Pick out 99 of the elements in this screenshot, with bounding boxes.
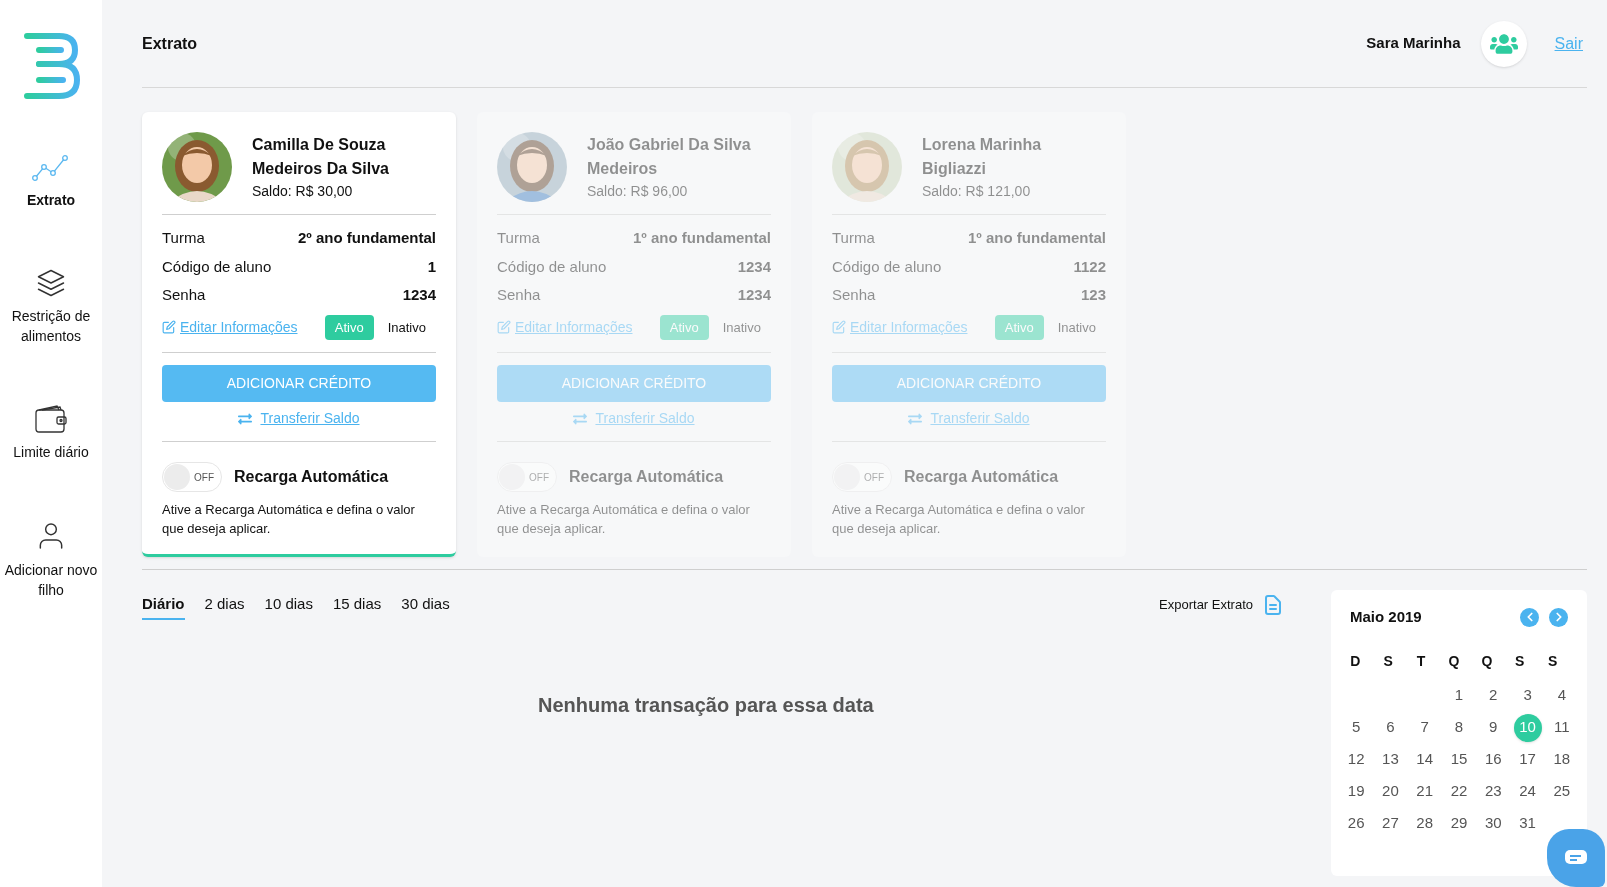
calendar-day[interactable]: 5: [1342, 713, 1371, 742]
weekday-label: D: [1349, 651, 1362, 671]
calendar-day[interactable]: 12: [1342, 745, 1371, 774]
sidebar-item[interactable]: Restrição de alimentos: [0, 268, 102, 346]
calendar-day[interactable]: 15: [1445, 745, 1473, 774]
line-chart-icon: [32, 154, 70, 182]
calendar-day[interactable]: 13: [1376, 745, 1405, 774]
child-name: Camilla De Souza Medeiros Da Silva: [252, 134, 390, 179]
empty-message: Nenhuma transação para essa data: [538, 692, 875, 718]
calendar-day[interactable]: 4: [1547, 681, 1576, 710]
calendar-day[interactable]: 19: [1342, 777, 1371, 806]
auto-recharge-description: Ative a Recarga Automática e defina o valor que deseja aplicar.: [497, 501, 751, 538]
period-tab[interactable]: 10 dias: [264, 593, 313, 620]
auto-recharge-description: Ative a Recarga Automática e defina o valor que deseja aplicar.: [162, 501, 416, 538]
weekday-label: S: [1546, 651, 1559, 671]
field-value: 123: [1080, 285, 1106, 305]
calendar-day[interactable]: 30: [1479, 809, 1508, 838]
calendar-day[interactable]: 25: [1547, 777, 1576, 806]
sidebar-item[interactable]: Adicionar novo filho: [0, 520, 102, 600]
child-name: João Gabriel Da Silva Medeiros: [587, 134, 752, 179]
field-label: Turma: [497, 228, 540, 248]
auto-recharge-title: Recarga Automática: [904, 467, 1059, 487]
field-label: Turma: [832, 228, 875, 248]
transfer-icon: [573, 411, 588, 426]
period-tab[interactable]: 15 dias: [332, 593, 382, 620]
field-value: 1º ano fundamental: [968, 228, 1106, 248]
chat-button[interactable]: [1547, 829, 1605, 887]
child-name: Lorena Marinha Bigliazzi: [922, 134, 1043, 179]
chat-icon: [1564, 849, 1588, 867]
period-tab[interactable]: Diário: [142, 593, 185, 620]
field-label: Turma: [162, 228, 205, 248]
auto-recharge-title: Recarga Automática: [569, 467, 724, 487]
calendar-day[interactable]: 14: [1410, 745, 1439, 774]
calendar-day[interactable]: 20: [1376, 777, 1405, 806]
calendar-day[interactable]: 28: [1410, 809, 1439, 838]
calendar-day[interactable]: 24: [1513, 777, 1542, 806]
calendar-day[interactable]: 21: [1410, 777, 1439, 806]
calendar-day[interactable]: 2: [1479, 681, 1508, 710]
status-option[interactable]: Inativo: [377, 314, 436, 340]
sidebar-item[interactable]: Limite diário: [0, 404, 102, 462]
calendar-day[interactable]: 27: [1376, 809, 1405, 838]
field-value: 1º ano fundamental: [633, 228, 771, 248]
transfer-icon: [908, 411, 923, 426]
calendar-day[interactable]: 29: [1445, 809, 1473, 838]
child-card[interactable]: [142, 112, 456, 557]
wallet-icon: [33, 404, 69, 434]
layers-icon: [36, 268, 66, 298]
calendar-day[interactable]: 6: [1376, 713, 1405, 742]
auto-recharge-description: Ative a Recarga Automática e defina o valor que deseja aplicar.: [832, 501, 1086, 538]
calendar-day[interactable]: 31: [1513, 809, 1542, 838]
transfer-icon: [238, 411, 253, 426]
weekday-label: S: [1382, 651, 1394, 671]
calendar-day[interactable]: 11: [1547, 713, 1576, 742]
period-tab[interactable]: 2 dias: [204, 593, 245, 620]
edit-icon: [497, 320, 511, 335]
field-value: 1234: [737, 285, 771, 305]
balance-text: Saldo: R$ 30,00: [252, 181, 354, 201]
field-label: Senha: [832, 285, 876, 305]
next-month-button[interactable]: [1549, 607, 1568, 627]
field-label: Código de aluno: [497, 256, 607, 277]
calendar-day[interactable]: 7: [1410, 713, 1439, 742]
calendar-day[interactable]: 18: [1547, 745, 1576, 774]
edit-icon: [832, 320, 846, 335]
balance-text: Saldo: R$ 96,00: [587, 181, 689, 201]
calendar-day[interactable]: 1: [1445, 681, 1473, 710]
calendar-day[interactable]: 16: [1479, 745, 1508, 774]
field-label: Senha: [162, 285, 206, 305]
logo-icon: [21, 30, 81, 102]
weekday-label: T: [1415, 651, 1427, 671]
calendar-day[interactable]: 9: [1479, 713, 1508, 742]
calendar-day[interactable]: 22: [1445, 777, 1473, 806]
field-value: 1234: [402, 285, 436, 305]
auto-recharge-title: Recarga Automática: [234, 467, 389, 487]
field-label: Código de aluno: [162, 256, 272, 277]
field-value: 1234: [737, 256, 771, 277]
balance-text: Saldo: R$ 121,00: [922, 181, 1032, 201]
calendar-day[interactable]: 26: [1342, 809, 1371, 838]
edit-icon: [162, 320, 176, 335]
previous-month-button[interactable]: [1520, 607, 1539, 627]
calendar-day[interactable]: 23: [1479, 777, 1508, 806]
calendar-day[interactable]: 17: [1513, 745, 1542, 774]
user-name: Sara Marinha: [1366, 33, 1461, 54]
field-label: Senha: [497, 285, 541, 305]
weekday-label: S: [1514, 651, 1526, 671]
weekday-label: Q: [1447, 651, 1461, 671]
user-avatar[interactable]: [1480, 20, 1527, 67]
field-value: 1: [427, 256, 436, 277]
auto-recharge-switch[interactable]: OFF: [162, 462, 222, 492]
calendar-day[interactable]: 8: [1445, 713, 1473, 742]
export-button[interactable]: Exportar Extrato: [1159, 593, 1285, 617]
field-label: Código de aluno: [832, 256, 942, 277]
field-value: 1122: [1073, 256, 1106, 277]
sidebar-item[interactable]: Extrato: [0, 154, 102, 210]
page-title: Extrato: [142, 33, 199, 54]
period-tab[interactable]: 30 dias: [401, 593, 450, 620]
weekday-label: Q: [1480, 651, 1494, 671]
calendar-month: Maio 2019: [1350, 607, 1423, 627]
calendar-day[interactable]: 3: [1513, 681, 1542, 710]
field-value: 2º ano fundamental: [298, 228, 436, 248]
